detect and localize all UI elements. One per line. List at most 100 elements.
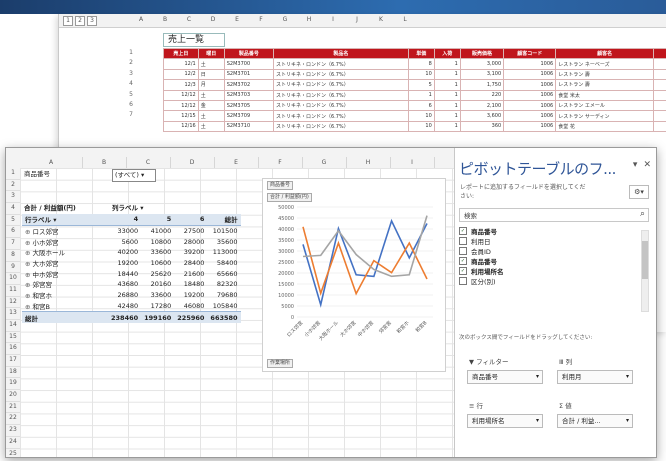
table-cell[interactable]: 360 xyxy=(459,120,505,133)
table-cell[interactable]: 900 xyxy=(652,89,666,101)
pane-menu-icon[interactable]: ▾ xyxy=(633,160,638,170)
table-cell[interactable]: 土 xyxy=(197,110,225,122)
table-cell[interactable]: 12/3 xyxy=(163,79,199,91)
column-header[interactable]: 単価 xyxy=(407,47,435,60)
columns-area-field[interactable]: 利用月 ▾ xyxy=(557,370,633,384)
table-cell[interactable]: レストラン ネーベーズ xyxy=(555,58,654,70)
row-number[interactable]: 7 xyxy=(121,110,133,120)
table-cell[interactable]: ストリキネ・ロンドン（6.7%） xyxy=(272,79,409,91)
row-number[interactable]: 23 xyxy=(6,425,20,437)
table-cell[interactable]: 1006 xyxy=(503,110,557,122)
expand-icon[interactable]: ⊕ xyxy=(25,239,33,247)
table-cell[interactable]: レストラン サーディン xyxy=(555,110,654,122)
table-cell[interactable]: 1 xyxy=(433,120,461,133)
row-number[interactable]: 19 xyxy=(6,378,20,391)
row-number[interactable]: 7 xyxy=(6,238,20,250)
column-header[interactable]: 売上日 xyxy=(163,47,199,60)
table-cell[interactable]: 1006 xyxy=(503,79,557,91)
row-number[interactable]: 1 xyxy=(6,168,20,180)
table-cell[interactable]: 食堂 花 xyxy=(555,120,654,133)
column-header[interactable]: 金額 xyxy=(652,47,666,60)
table-cell[interactable]: 7,400 xyxy=(652,120,666,133)
column-letter[interactable]: L xyxy=(393,16,417,23)
expand-icon[interactable]: ⊕ xyxy=(25,249,33,257)
row-number[interactable]: 6 xyxy=(121,100,133,110)
table-cell[interactable]: 3,600 xyxy=(459,110,505,122)
outline-level-3[interactable]: 3 xyxy=(87,16,97,26)
row-number[interactable]: 3 xyxy=(121,69,133,79)
column-header[interactable]: 販売価格 xyxy=(459,47,505,60)
row-number[interactable]: 12 xyxy=(6,297,20,309)
table-cell[interactable]: 1006 xyxy=(503,99,557,112)
table-cell[interactable]: 1 xyxy=(433,89,461,101)
table-cell[interactable]: 31,000 xyxy=(652,110,666,122)
table-cell[interactable]: 12/2 xyxy=(163,68,199,81)
field-item[interactable]: 利用日 xyxy=(459,236,647,246)
column-header[interactable]: 製品名 xyxy=(272,47,409,60)
table-cell[interactable]: 2,100 xyxy=(459,99,505,112)
table-cell[interactable]: 8 xyxy=(407,58,435,70)
table-cell[interactable]: 5 xyxy=(407,79,435,91)
pivot-row[interactable]: ⊕ ロス郊宮 33000 41000 27500 101500 xyxy=(22,225,241,236)
table-cell[interactable]: 月 xyxy=(197,79,225,91)
table-cell[interactable]: 1006 xyxy=(503,58,557,70)
row-number[interactable]: 3 xyxy=(6,191,20,204)
pivot-row[interactable]: ⊕ 郊宮宮 43680 20160 18480 82320 xyxy=(22,279,241,290)
table-cell[interactable]: 1006 xyxy=(503,89,557,101)
table-cell[interactable]: 10 xyxy=(407,120,435,133)
pivot-row[interactable]: ⊕ 中ホ郊宮 18440 25620 21600 65660 xyxy=(22,268,241,279)
table-cell[interactable]: レストラン エメール xyxy=(555,99,654,112)
table-cell[interactable]: 12/15 xyxy=(163,110,199,122)
outline-level-2[interactable]: 2 xyxy=(75,16,85,26)
checkbox-icon[interactable]: ✓ xyxy=(459,227,467,235)
expand-icon[interactable]: ⊕ xyxy=(25,271,33,279)
column-letter[interactable]: C xyxy=(126,157,171,168)
line-chart[interactable]: 商品番号 合計 / 利益額(円) 50000 45000 40000 35000 300… xyxy=(262,178,446,372)
table-cell[interactable]: 食堂 米太 xyxy=(555,89,654,101)
column-letter[interactable]: H xyxy=(346,157,391,168)
field-item[interactable]: ✓ 利用場所名 xyxy=(459,266,647,276)
table-cell[interactable]: 1,750 xyxy=(459,79,505,91)
row-number[interactable]: 20 xyxy=(6,390,20,402)
table-cell[interactable]: ストリキネ・ロンドン（6.7%） xyxy=(272,68,409,81)
column-letter[interactable]: D xyxy=(201,16,225,23)
row-number[interactable]: 10 xyxy=(6,273,20,285)
row-number[interactable]: 15 xyxy=(6,332,20,344)
filter-dropdown[interactable]: (すべて) ▾ xyxy=(112,169,156,182)
table-cell[interactable]: 1 xyxy=(433,79,461,91)
column-header[interactable]: 曜日 xyxy=(197,47,225,60)
table-cell[interactable]: 12/1 xyxy=(163,58,199,70)
checkbox-icon[interactable] xyxy=(459,247,467,255)
field-item[interactable]: ✓ 商品番号 xyxy=(459,256,647,266)
column-letter[interactable]: H xyxy=(297,16,321,23)
field-item[interactable]: 区分(別) xyxy=(459,276,647,286)
table-cell[interactable]: ストリキネ・ロンドン（6.7%） xyxy=(272,120,409,133)
table-cell[interactable]: 220 xyxy=(459,89,505,101)
table-cell[interactable]: 12/12 xyxy=(163,89,199,101)
column-header[interactable]: 製品番号 xyxy=(223,47,274,60)
row-number[interactable]: 2 xyxy=(121,58,133,68)
pivot-row[interactable]: ⊕ 和宮ホ 26880 33600 19200 79680 xyxy=(22,290,241,301)
outline-level-1[interactable]: 1 xyxy=(63,16,73,26)
table-cell[interactable]: 1 xyxy=(433,58,461,70)
column-letter[interactable]: I xyxy=(321,16,345,23)
values-area-field[interactable]: 合計 / 利益... ▾ xyxy=(557,414,633,428)
table-cell[interactable]: S2M3701 xyxy=(223,68,274,81)
row-number[interactable]: 5 xyxy=(121,90,133,100)
column-letter[interactable]: G xyxy=(302,157,347,168)
pivot-row[interactable]: ⊕ 大阪ホール 40200 33600 39200 113000 xyxy=(22,247,241,258)
column-letter[interactable]: E xyxy=(214,157,259,168)
scrollbar-thumb[interactable] xyxy=(642,241,648,279)
row-number[interactable]: 6 xyxy=(6,226,20,239)
row-number[interactable]: 13 xyxy=(6,308,20,320)
table-cell[interactable]: 10 xyxy=(407,110,435,122)
rows-area-field[interactable]: 利用場所名 ▾ xyxy=(467,414,543,428)
table-cell[interactable]: S2M3702 xyxy=(223,79,274,91)
column-header[interactable]: 顧客名 xyxy=(555,47,654,60)
table-cell[interactable]: 3,000 xyxy=(459,58,505,70)
row-number[interactable]: 21 xyxy=(6,402,20,414)
pivot-table[interactable]: 行ラベル ▾ 4 5 6 総計 ⊕ ロス郊宮 33000 41000 27500 101500 ⊕ … xyxy=(22,214,241,323)
column-letter[interactable]: F xyxy=(258,157,303,168)
table-cell[interactable]: 3,100 xyxy=(459,68,505,81)
table-cell[interactable]: 12/16 xyxy=(163,120,199,133)
